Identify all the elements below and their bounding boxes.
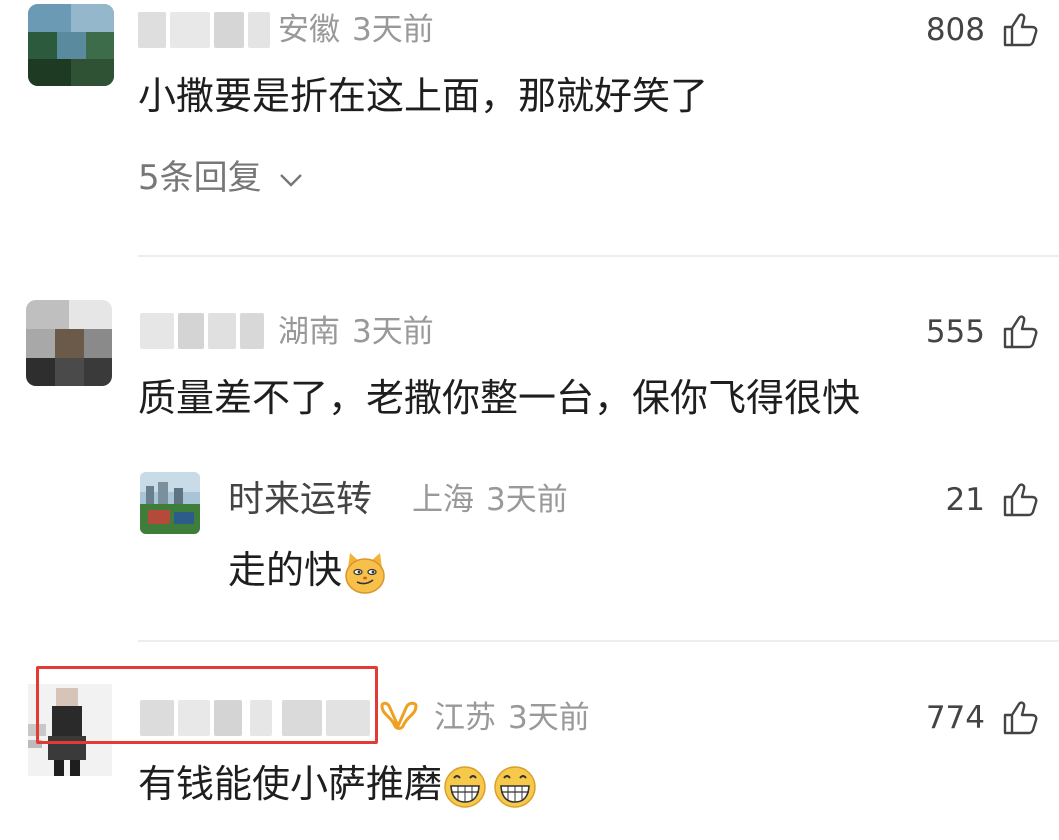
- smirk-cat-emoji: [345, 552, 385, 594]
- like-count: 774: [925, 700, 985, 736]
- like-count: 555: [925, 314, 985, 350]
- comment-text: 质量差不了，老撒你整一台，保你飞得很快: [138, 376, 861, 420]
- region-label: 上海: [412, 482, 474, 518]
- reply-username[interactable]: 时来运转: [228, 478, 372, 522]
- grinning-emoji: [494, 765, 536, 808]
- comment-text: 有钱能使小萨推磨: [138, 760, 538, 810]
- divider: [138, 640, 1059, 642]
- time-label: 3天前: [352, 12, 434, 48]
- thumbs-up-icon[interactable]: [1002, 700, 1038, 736]
- reply-text: 走的快: [228, 546, 388, 596]
- thumbs-up-icon[interactable]: [1002, 482, 1038, 518]
- reply-text-label: 走的快: [228, 548, 343, 592]
- comment-text-label: 有钱能使小萨推磨: [138, 762, 443, 806]
- time-label: 3天前: [508, 700, 590, 736]
- time-label: 3天前: [486, 482, 568, 518]
- region-label: 安徽: [278, 12, 340, 48]
- region-label: 江苏: [434, 700, 496, 736]
- reply-meta: 上海 3天前: [412, 480, 568, 520]
- like-count: 21: [945, 482, 985, 518]
- vip-badge-icon: [380, 701, 418, 730]
- avatar[interactable]: [26, 300, 112, 386]
- username-blurred[interactable]: [138, 12, 270, 48]
- chevron-down-icon: [280, 173, 303, 187]
- highlight-box: [36, 666, 378, 744]
- thumbs-up-icon[interactable]: [1002, 314, 1038, 350]
- comment-meta: 安徽 3天前: [278, 10, 434, 50]
- avatar[interactable]: [28, 4, 114, 86]
- username-blurred[interactable]: [140, 313, 264, 349]
- reply-avatar[interactable]: [140, 472, 200, 534]
- grinning-emoji: [444, 765, 486, 808]
- divider: [138, 255, 1059, 257]
- view-replies-button[interactable]: 5条回复: [138, 156, 304, 200]
- comment-text: 小撒要是折在这上面，那就好笑了: [138, 74, 709, 118]
- thumbs-up-icon[interactable]: [1002, 12, 1038, 48]
- time-label: 3天前: [352, 314, 434, 350]
- comment-meta: 江苏 3天前: [434, 698, 590, 738]
- region-label: 湖南: [278, 314, 340, 350]
- comment-meta: 湖南 3天前: [278, 312, 434, 352]
- replies-label: 5条回复: [138, 158, 262, 198]
- like-count: 808: [925, 12, 985, 48]
